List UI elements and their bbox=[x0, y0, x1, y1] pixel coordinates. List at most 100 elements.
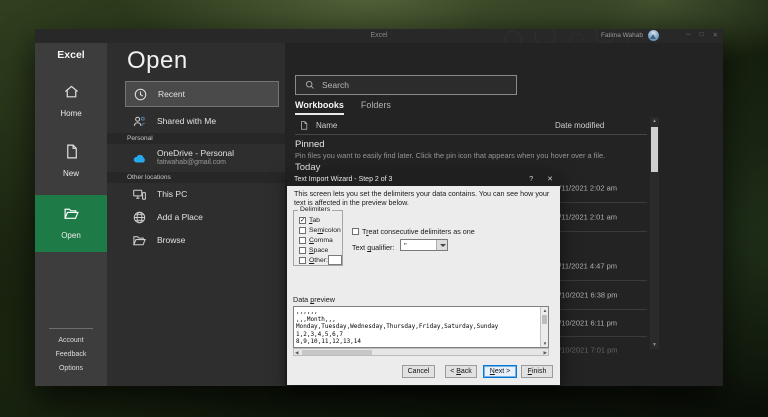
minimize-icon[interactable]: ─ bbox=[686, 31, 691, 39]
finish-button[interactable]: Finish bbox=[521, 365, 553, 378]
account-area[interactable]: Fatima Wahab bbox=[601, 30, 659, 41]
section-label-personal: Personal bbox=[107, 133, 285, 144]
search-box[interactable] bbox=[295, 75, 517, 95]
preview-vertical-scrollbar[interactable]: ▲ ▼ bbox=[540, 307, 548, 347]
sidebar-item-options[interactable]: Options bbox=[35, 365, 107, 372]
scrollbar-thumb[interactable] bbox=[542, 315, 547, 324]
checkbox-mark[interactable]: ✓ bbox=[299, 217, 306, 224]
checkbox-label: Other: bbox=[309, 257, 328, 264]
back-button[interactable]: < Back bbox=[445, 365, 477, 378]
delimiters-legend: Delimiters bbox=[298, 206, 332, 213]
open-nav-panel: Open Recent Shared with Me Personal bbox=[107, 43, 285, 386]
help-icon[interactable]: ? bbox=[529, 176, 533, 183]
checkbox-mark[interactable] bbox=[299, 257, 306, 264]
nav-item-label: OneDrive - Personal fatiwahab@gmail.com bbox=[157, 148, 234, 167]
checkbox-mark[interactable] bbox=[299, 247, 306, 254]
scroll-down-icon[interactable]: ▼ bbox=[541, 340, 549, 347]
app-sidebar: Excel Home New Open Account bbox=[35, 43, 107, 386]
data-preview-text: ,,,,,, ,,,Month,,, Monday,Tuesday,Wednes… bbox=[296, 308, 539, 347]
nav-item-this-pc[interactable]: This PC bbox=[125, 184, 279, 204]
checkbox-label: Tab bbox=[309, 217, 320, 224]
scroll-up-icon[interactable]: ▲ bbox=[541, 307, 549, 314]
avatar[interactable] bbox=[648, 30, 659, 41]
checkbox-label: Comma bbox=[309, 237, 333, 244]
column-header-name[interactable]: Name bbox=[316, 121, 337, 130]
other-delimiter-input[interactable] bbox=[328, 255, 342, 265]
sidebar-divider bbox=[49, 328, 93, 329]
cancel-button[interactable]: Cancel bbox=[402, 365, 435, 378]
data-preview-box: ,,,,,, ,,,Month,,, Monday,Tuesday,Wednes… bbox=[293, 306, 549, 348]
text-qualifier-dropdown[interactable]: " bbox=[400, 239, 448, 251]
scroll-right-icon[interactable]: ▶ bbox=[544, 349, 547, 356]
sidebar-item-open[interactable]: Open bbox=[35, 195, 107, 252]
section-label-other-locations: Other locations bbox=[107, 172, 285, 183]
checkbox-mark[interactable] bbox=[352, 228, 359, 235]
search-icon bbox=[305, 80, 315, 90]
list-tabs: Workbooks Folders bbox=[295, 100, 391, 115]
maximize-icon[interactable]: □ bbox=[700, 31, 704, 39]
checkbox-semicolon[interactable]: Semicolon bbox=[299, 227, 341, 234]
window-titlebar: Excel Fatima Wahab ─ □ ✕ bbox=[35, 29, 723, 43]
row-date-modified: 1/11/2021 2:02 am bbox=[555, 184, 617, 193]
nav-item-label: Browse bbox=[157, 235, 185, 245]
sidebar-item-account[interactable]: Account bbox=[35, 337, 107, 344]
tab-workbooks[interactable]: Workbooks bbox=[295, 100, 344, 115]
close-icon[interactable]: ✕ bbox=[713, 31, 718, 39]
tab-folders[interactable]: Folders bbox=[361, 100, 391, 115]
search-input[interactable] bbox=[322, 80, 492, 90]
this-pc-icon bbox=[132, 187, 147, 202]
row-date-modified: 1/10/2021 7:01 pm bbox=[555, 346, 618, 355]
nav-item-label: Add a Place bbox=[157, 212, 203, 222]
sidebar-item-label: Home bbox=[60, 109, 81, 118]
file-list-scrollbar[interactable]: ▲ ▼ bbox=[650, 117, 659, 349]
checkbox-other[interactable]: Other: bbox=[299, 257, 328, 264]
sidebar-item-label: New bbox=[63, 169, 79, 178]
scrollbar-thumb[interactable] bbox=[302, 350, 372, 355]
nav-item-browse[interactable]: Browse bbox=[125, 230, 279, 250]
checkbox-tab[interactable]: ✓ Tab bbox=[299, 217, 320, 224]
text-qualifier-value: " bbox=[404, 241, 407, 250]
checkbox-treat-consecutive[interactable]: Treat consecutive delimiters as one bbox=[352, 227, 475, 236]
sidebar-item-feedback[interactable]: Feedback bbox=[35, 351, 107, 358]
globe-add-icon bbox=[132, 210, 147, 225]
nav-item-onedrive[interactable]: OneDrive - Personal fatiwahab@gmail.com bbox=[125, 145, 279, 171]
row-date-modified: 1/11/2021 4:47 pm bbox=[555, 262, 617, 271]
document-icon bbox=[299, 120, 309, 131]
user-name: Fatima Wahab bbox=[601, 32, 643, 39]
excel-backstage-window: Excel Fatima Wahab ─ □ ✕ Excel Home bbox=[35, 29, 723, 386]
scroll-up-icon[interactable]: ▲ bbox=[650, 117, 659, 125]
scrollbar-thumb[interactable] bbox=[651, 127, 658, 172]
column-header-date-modified[interactable]: Date modified bbox=[555, 121, 604, 130]
dialog-title: Text Import Wizard - Step 2 of 3 bbox=[294, 176, 515, 183]
sidebar-item-home[interactable]: Home bbox=[35, 83, 107, 121]
onedrive-cloud-icon bbox=[132, 151, 147, 166]
text-import-wizard-dialog: Text Import Wizard - Step 2 of 3 ? ✕ Thi… bbox=[287, 172, 560, 385]
scroll-down-icon[interactable]: ▼ bbox=[650, 341, 659, 349]
next-button[interactable]: Next > bbox=[483, 365, 517, 378]
scroll-left-icon[interactable]: ◀ bbox=[295, 349, 298, 356]
header-divider bbox=[295, 134, 647, 135]
nav-item-shared-with-me[interactable]: Shared with Me bbox=[125, 111, 279, 131]
page-title: Open bbox=[127, 47, 188, 75]
shared-people-icon bbox=[132, 114, 147, 129]
checkbox-space[interactable]: Space bbox=[299, 247, 328, 254]
checkbox-label: Semicolon bbox=[309, 227, 341, 234]
dialog-close-icon[interactable]: ✕ bbox=[547, 175, 553, 183]
row-date-modified: 1/10/2021 6:11 pm bbox=[555, 319, 617, 328]
checkbox-mark[interactable] bbox=[299, 227, 306, 234]
sidebar-item-label: Open bbox=[61, 231, 81, 240]
checkbox-mark[interactable] bbox=[299, 237, 306, 244]
nav-item-label: Shared with Me bbox=[157, 116, 216, 126]
nav-item-label: Recent bbox=[158, 89, 185, 99]
nav-item-recent[interactable]: Recent bbox=[125, 81, 279, 107]
preview-horizontal-scrollbar[interactable]: ◀ ▶ bbox=[293, 348, 549, 356]
checkbox-label: Space bbox=[309, 247, 328, 254]
dialog-titlebar: Text Import Wizard - Step 2 of 3 ? ✕ bbox=[287, 172, 560, 186]
app-label: Excel bbox=[35, 49, 107, 61]
chevron-down-icon[interactable] bbox=[436, 240, 447, 250]
open-folder-icon bbox=[63, 205, 80, 222]
nav-item-add-a-place[interactable]: Add a Place bbox=[125, 207, 279, 227]
checkbox-label: Treat consecutive delimiters as one bbox=[362, 227, 475, 236]
sidebar-item-new[interactable]: New bbox=[35, 143, 107, 181]
checkbox-comma[interactable]: Comma bbox=[299, 237, 333, 244]
